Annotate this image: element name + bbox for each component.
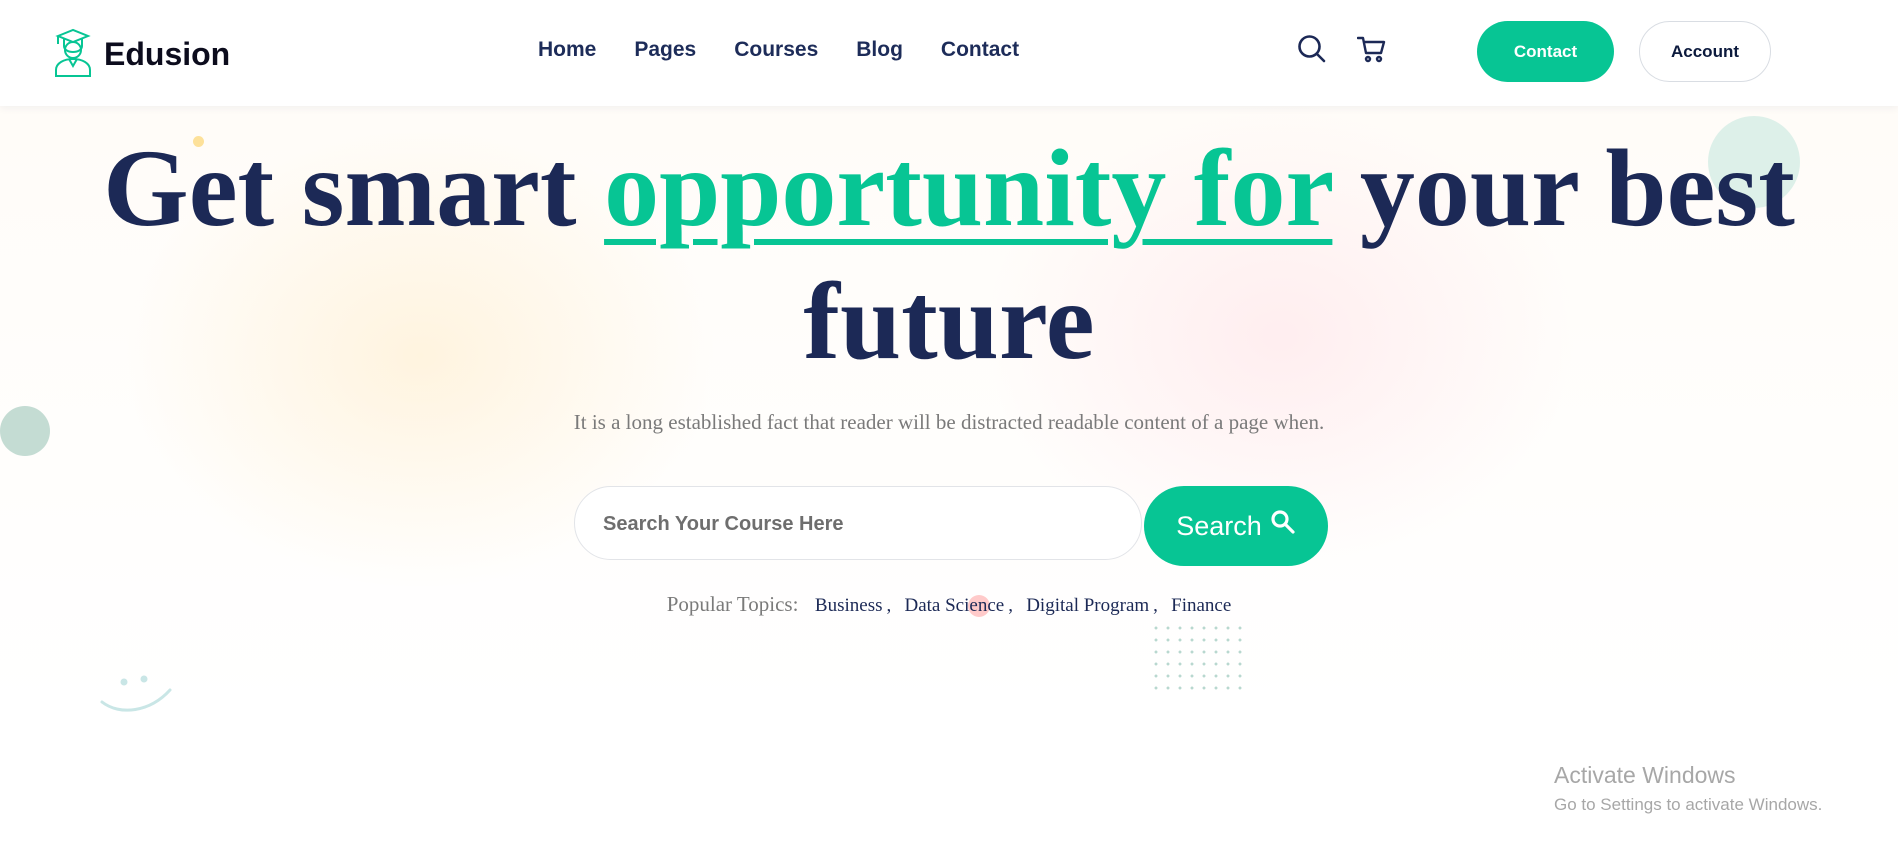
topic-finance[interactable]: Finance — [1171, 595, 1231, 616]
cart-icon[interactable] — [1356, 35, 1387, 68]
hero-headline: Get smart opportunity for your best futu… — [0, 122, 1898, 388]
topic-separator: , — [886, 595, 892, 616]
course-search-box — [574, 486, 1142, 561]
topic-data-science[interactable]: Data Science — [905, 595, 1005, 616]
headline-highlight: opportunity for — [604, 127, 1333, 249]
topic-separator: , — [1153, 595, 1158, 616]
nav-contact[interactable]: Contact — [941, 38, 1019, 62]
search-button-label: Search — [1176, 510, 1262, 541]
activate-windows-subtitle: Go to Settings to activate Windows. — [1554, 795, 1823, 814]
search-button[interactable]: Search — [1144, 486, 1328, 566]
activate-windows-title: Activate Windows — [1554, 762, 1736, 788]
brand-name: Edusion — [104, 36, 231, 72]
smile-icon — [98, 672, 174, 719]
topic-separator: , — [1008, 595, 1013, 616]
topic-digital-program[interactable]: Digital Program — [1026, 595, 1149, 616]
popular-topics: Popular Topics: Business, Data Science, … — [0, 592, 1898, 617]
main-nav: Home Pages Courses Blog Contact — [538, 38, 1057, 62]
headline-part-1: Get smart — [103, 127, 605, 249]
graduate-student-icon — [52, 26, 94, 83]
topic-business[interactable]: Business — [815, 595, 883, 616]
magnifier-icon — [1262, 509, 1296, 542]
hero-subtitle: It is a long established fact that reade… — [573, 410, 1325, 434]
nav-blog[interactable]: Blog — [856, 38, 903, 62]
course-search-input[interactable] — [601, 487, 1125, 561]
search-icon[interactable] — [1297, 34, 1327, 69]
brand-logo[interactable]: Edusion — [52, 26, 230, 83]
nav-home[interactable]: Home — [538, 38, 596, 62]
nav-pages[interactable]: Pages — [634, 38, 696, 62]
site-header: Edusion Home Pages Courses Blog Contact … — [0, 0, 1898, 106]
decorative-dot-grid — [1150, 622, 1250, 694]
account-button[interactable]: Account — [1639, 21, 1771, 82]
nav-courses[interactable]: Courses — [734, 38, 818, 62]
popular-topics-label: Popular Topics: — [666, 592, 799, 616]
contact-button[interactable]: Contact — [1477, 21, 1614, 82]
